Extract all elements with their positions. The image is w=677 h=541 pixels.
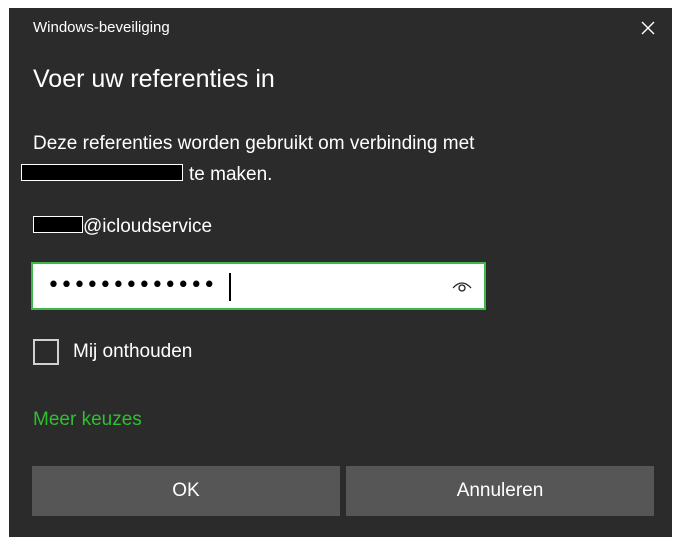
more-choices-link[interactable]: Meer keuzes: [33, 409, 142, 431]
close-icon: [641, 21, 655, 35]
eye-icon: [452, 282, 472, 292]
description-line-2: te maken.: [189, 164, 273, 185]
password-input[interactable]: •••••••••••••: [31, 262, 486, 310]
credentials-dialog: Windows-beveiliging Voer uw referenties …: [9, 8, 672, 537]
cancel-button[interactable]: Annuleren: [346, 466, 654, 516]
ok-button[interactable]: OK: [32, 466, 340, 516]
redacted-username: [33, 216, 83, 234]
remember-me-checkbox[interactable]: [33, 339, 59, 365]
dialog-heading: Voer uw referenties in: [33, 65, 275, 93]
close-button[interactable]: [632, 12, 664, 44]
description-line-1: Deze referenties worden gebruikt om verb…: [33, 133, 475, 154]
dialog-description: Deze referenties worden gebruikt om verb…: [21, 128, 633, 190]
account-domain: @icloudservice: [83, 216, 213, 237]
password-masked-value: •••••••••••••: [47, 273, 216, 298]
remember-me-label: Mij onthouden: [73, 341, 193, 362]
title-bar: Windows-beveiliging: [9, 8, 672, 48]
redacted-server-name: [21, 164, 183, 182]
window-title: Windows-beveiliging: [33, 19, 170, 36]
text-caret: [229, 273, 231, 301]
account-name: @icloudservice: [33, 216, 212, 238]
description-line-2-wrapper: te maken.: [21, 159, 633, 190]
remember-me-checkbox-row[interactable]: Mij onthouden: [33, 339, 192, 365]
reveal-password-button[interactable]: [450, 275, 474, 297]
